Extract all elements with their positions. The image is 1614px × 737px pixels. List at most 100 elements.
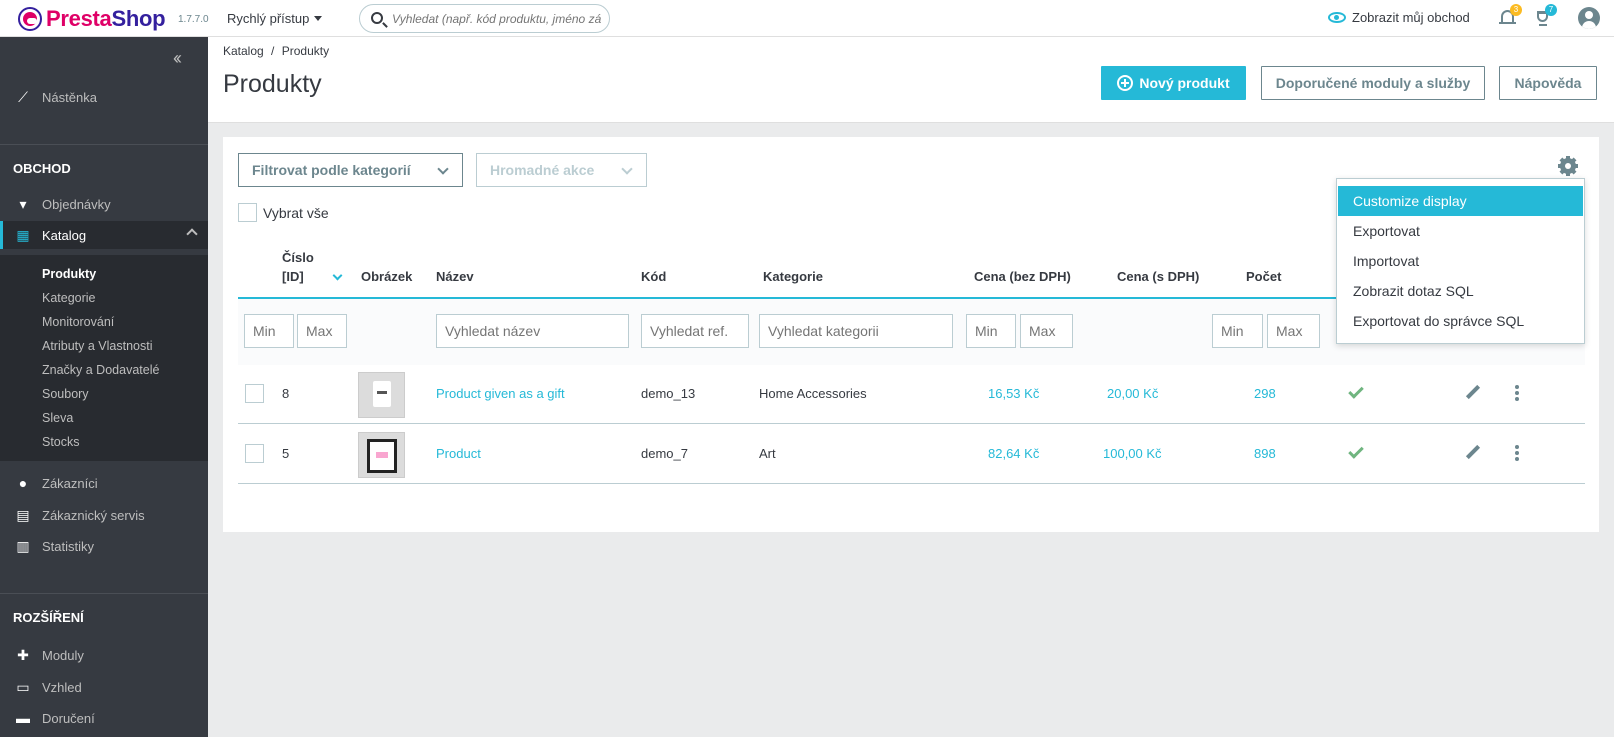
view-shop-link[interactable]: Zobrazit můj obchod bbox=[1328, 10, 1470, 25]
user-circle-icon: ● bbox=[18, 475, 28, 491]
column-header-reference[interactable]: Kód bbox=[641, 269, 666, 284]
sidebar-subitem-attributes[interactable]: Atributy a Vlastnosti bbox=[42, 339, 152, 353]
basket-icon: ▾ bbox=[19, 195, 27, 212]
category-filter-input[interactable] bbox=[759, 314, 953, 348]
bulk-actions-button[interactable]: Hromadné akce bbox=[476, 153, 647, 187]
reference-filter-input[interactable] bbox=[641, 314, 749, 348]
column-header-quantity[interactable]: Počet bbox=[1246, 269, 1281, 284]
edit-pencil-icon[interactable] bbox=[1465, 385, 1481, 401]
more-actions-icon[interactable] bbox=[1515, 385, 1519, 401]
help-button[interactable]: Nápověda bbox=[1499, 66, 1597, 100]
prestashop-logo[interactable]: PrestaShop bbox=[18, 6, 166, 32]
column-header-category[interactable]: Kategorie bbox=[763, 269, 823, 284]
sidebar-subitem-stocks[interactable]: Stocks bbox=[42, 435, 80, 449]
column-header-id[interactable]: Číslo [ID] bbox=[282, 250, 314, 284]
name-filter-input[interactable] bbox=[436, 314, 629, 348]
global-search[interactable] bbox=[359, 4, 610, 33]
more-actions-icon[interactable] bbox=[1515, 445, 1519, 461]
caret-down-icon bbox=[314, 16, 323, 21]
product-thumbnail[interactable] bbox=[358, 432, 405, 478]
settings-dropdown-menu: Customize display Exportovat Importovat … bbox=[1336, 178, 1585, 344]
orders-notifications-button[interactable]: 7 bbox=[1533, 4, 1557, 28]
filter-by-categories-button[interactable]: Filtrovat podle kategorií bbox=[238, 153, 463, 187]
product-quantity[interactable]: 298 bbox=[1254, 386, 1276, 401]
notifications-button[interactable]: 3 bbox=[1498, 4, 1522, 28]
select-all-checkbox[interactable] bbox=[238, 203, 257, 222]
menu-item-export[interactable]: Exportovat bbox=[1338, 216, 1583, 246]
sidebar-subitem-categories[interactable]: Kategorie bbox=[42, 291, 96, 305]
sidebar-subitem-discounts[interactable]: Sleva bbox=[42, 411, 73, 425]
brand-presta: Presta bbox=[46, 6, 112, 31]
new-product-button[interactable]: Nový produkt bbox=[1101, 66, 1246, 100]
sidebar-item-shipping[interactable]: ▬ Doručení bbox=[0, 704, 208, 732]
sidebar-item-stats[interactable]: ▥ Statistiky bbox=[0, 532, 208, 560]
sidebar-item-customer-service[interactable]: ▤ Zákaznický servis bbox=[0, 501, 208, 529]
sidebar-subitem-files[interactable]: Soubory bbox=[42, 387, 89, 401]
chevron-up-icon bbox=[186, 228, 198, 240]
price-min-input[interactable] bbox=[966, 314, 1016, 348]
puffin-icon bbox=[18, 7, 42, 31]
column-header-name[interactable]: Název bbox=[436, 269, 474, 284]
status-enabled-check-icon[interactable] bbox=[1348, 383, 1364, 399]
framed-poster-image-icon bbox=[367, 439, 397, 473]
user-avatar-icon[interactable] bbox=[1578, 7, 1600, 29]
bar-chart-icon: ▥ bbox=[16, 537, 30, 554]
sidebar-item-label: Statistiky bbox=[42, 538, 95, 554]
sidebar-subitem-products[interactable]: Produkty bbox=[42, 267, 96, 281]
menu-item-customize-display[interactable]: Customize display bbox=[1338, 186, 1583, 216]
quantity-min-input[interactable] bbox=[1212, 314, 1263, 348]
quick-access-menu[interactable]: Rychlý přístup bbox=[227, 11, 323, 26]
sidebar-subitem-brands[interactable]: Značky a Dodavatelé bbox=[42, 363, 159, 377]
menu-item-export-sql-manager[interactable]: Exportovat do správce SQL bbox=[1338, 306, 1583, 336]
menu-item-show-sql[interactable]: Zobrazit dotaz SQL bbox=[1338, 276, 1583, 306]
product-price-excl[interactable]: 82,64 Kč bbox=[988, 446, 1039, 461]
menu-item-import[interactable]: Importovat bbox=[1338, 246, 1583, 276]
row-checkbox[interactable] bbox=[245, 384, 264, 403]
sidebar-subitem-monitoring[interactable]: Monitorování bbox=[42, 315, 114, 329]
product-name-link[interactable]: Product given as a gift bbox=[436, 386, 565, 401]
product-category: Home Accessories bbox=[759, 386, 867, 401]
collapse-sidebar-icon[interactable]: ‹‹ bbox=[173, 48, 182, 69]
status-enabled-check-icon[interactable] bbox=[1348, 443, 1364, 459]
product-reference: demo_7 bbox=[641, 446, 688, 461]
sidebar-item-modules[interactable]: ✚ Moduly bbox=[0, 641, 208, 669]
breadcrumb-catalog[interactable]: Katalog bbox=[223, 44, 264, 58]
sidebar-item-design[interactable]: ▭ Vzhled bbox=[0, 673, 208, 701]
product-price-incl[interactable]: 20,00 Kč bbox=[1107, 386, 1158, 401]
chevron-down-icon bbox=[437, 163, 449, 175]
search-input[interactable] bbox=[392, 10, 604, 28]
product-name-link[interactable]: Product bbox=[436, 446, 481, 461]
mug-image-icon bbox=[373, 381, 391, 407]
table-row[interactable]: 8 Product given as a gift demo_13 Home A… bbox=[238, 365, 1585, 424]
recommended-modules-button[interactable]: Doporučené moduly a služby bbox=[1261, 66, 1485, 100]
price-max-input[interactable] bbox=[1020, 314, 1073, 348]
product-thumbnail[interactable] bbox=[358, 372, 405, 418]
product-price-excl[interactable]: 16,53 Kč bbox=[988, 386, 1039, 401]
edit-pencil-icon[interactable] bbox=[1465, 445, 1481, 461]
product-price-incl[interactable]: 100,00 Kč bbox=[1103, 446, 1162, 461]
view-shop-label: Zobrazit můj obchod bbox=[1352, 10, 1470, 25]
quantity-max-input[interactable] bbox=[1267, 314, 1320, 348]
sidebar-item-orders[interactable]: ▾ Objednávky bbox=[0, 190, 208, 218]
sort-desc-icon[interactable] bbox=[332, 270, 343, 281]
row-checkbox[interactable] bbox=[245, 444, 264, 463]
sidebar-item-dashboard[interactable]: ⟋ Nástěnka bbox=[0, 83, 208, 111]
product-quantity[interactable]: 898 bbox=[1254, 446, 1276, 461]
store-icon: ▦ bbox=[16, 226, 30, 243]
id-max-input[interactable] bbox=[297, 314, 347, 348]
gear-icon[interactable] bbox=[1558, 156, 1578, 176]
sidebar-item-customers[interactable]: ● Zákazníci bbox=[0, 469, 208, 497]
sidebar-item-catalog[interactable]: ▦ Katalog bbox=[0, 221, 208, 249]
puzzle-icon: ✚ bbox=[17, 646, 29, 663]
chat-icon: ▤ bbox=[16, 506, 30, 523]
sidebar-item-label: Objednávky bbox=[42, 196, 111, 212]
page-header: Katalog / Produkty Produkty Nový produkt… bbox=[208, 37, 1614, 123]
breadcrumb: Katalog / Produkty bbox=[223, 44, 329, 58]
table-row[interactable]: 5 Product demo_7 Art 82,64 Kč 100,00 Kč … bbox=[238, 425, 1585, 484]
column-header-price-excl[interactable]: Cena (bez DPH) bbox=[974, 269, 1071, 284]
orders-badge: 7 bbox=[1545, 4, 1557, 16]
sidebar-item-label: Zákazníci bbox=[42, 475, 98, 491]
monitor-icon: ▭ bbox=[16, 678, 30, 695]
sidebar-item-label: Moduly bbox=[42, 647, 84, 663]
id-min-input[interactable] bbox=[244, 314, 294, 348]
